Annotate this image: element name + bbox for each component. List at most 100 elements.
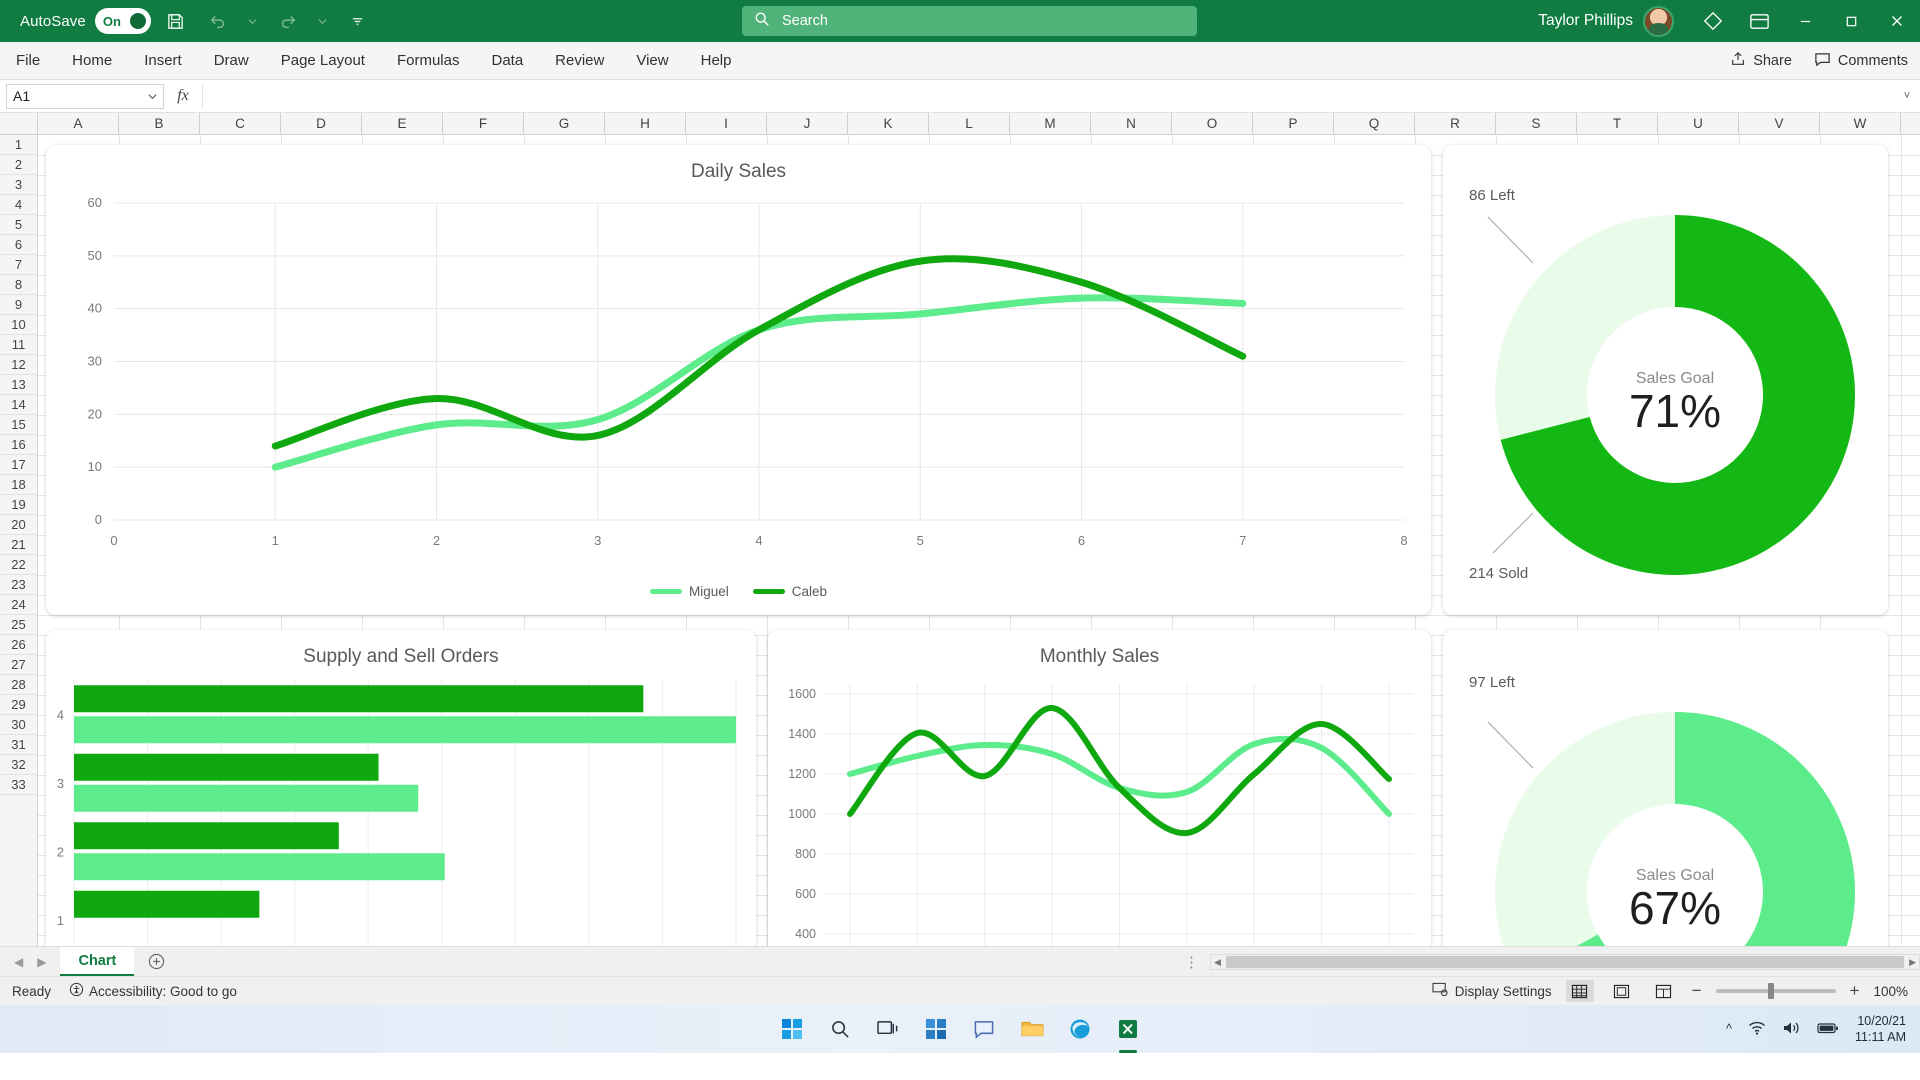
expand-formula-bar-icon[interactable]: ˅: [1896, 90, 1918, 102]
column-header-A[interactable]: A: [38, 113, 119, 134]
column-header-S[interactable]: S: [1496, 113, 1577, 134]
zoom-in-button[interactable]: +: [1850, 981, 1860, 1001]
zoom-slider-thumb[interactable]: [1767, 983, 1774, 999]
column-header-U[interactable]: U: [1658, 113, 1739, 134]
column-header-R[interactable]: R: [1415, 113, 1496, 134]
select-all-corner[interactable]: [0, 113, 38, 134]
row-header-3[interactable]: 3: [0, 175, 37, 195]
page-break-view-icon[interactable]: [1650, 980, 1678, 1002]
undo-icon[interactable]: [201, 4, 235, 38]
chart-card-sales-goal-top[interactable]: 86 Left 214 Sold Sales Goal 71%: [1443, 145, 1888, 615]
row-header-25[interactable]: 25: [0, 615, 37, 635]
row-header-6[interactable]: 6: [0, 235, 37, 255]
ribbon-tab-home[interactable]: Home: [56, 42, 128, 79]
clock[interactable]: 10/20/21 11:11 AM: [1855, 1013, 1906, 1045]
undo-dropdown-icon[interactable]: [243, 4, 263, 38]
chevron-down-icon[interactable]: [148, 88, 157, 104]
excel-icon[interactable]: [1115, 1016, 1141, 1042]
close-button[interactable]: [1874, 0, 1920, 42]
chat-icon[interactable]: [971, 1016, 997, 1042]
column-header-I[interactable]: I: [686, 113, 767, 134]
column-header-K[interactable]: K: [848, 113, 929, 134]
column-header-Q[interactable]: Q: [1334, 113, 1415, 134]
row-header-26[interactable]: 26: [0, 635, 37, 655]
widgets-icon[interactable]: [923, 1016, 949, 1042]
autosave-toggle[interactable]: On: [94, 8, 151, 34]
accessibility-status[interactable]: Accessibility: Good to go: [69, 982, 237, 1000]
cells-area[interactable]: Daily Sales 0 10 20 30 40 50 60 0 1 2 3 4 5 6 7 8 Migue…: [38, 135, 1920, 946]
row-header-9[interactable]: 9: [0, 295, 37, 315]
search-input[interactable]: Search: [742, 6, 1197, 36]
column-header-V[interactable]: V: [1739, 113, 1820, 134]
ribbon-tab-file[interactable]: File: [0, 42, 56, 79]
save-icon[interactable]: [159, 4, 193, 38]
search-icon[interactable]: [827, 1016, 853, 1042]
row-header-30[interactable]: 30: [0, 715, 37, 735]
start-icon[interactable]: [779, 1016, 805, 1042]
column-header-E[interactable]: E: [362, 113, 443, 134]
battery-icon[interactable]: [1817, 1021, 1839, 1038]
row-header-18[interactable]: 18: [0, 475, 37, 495]
ribbon-tab-view[interactable]: View: [620, 42, 684, 79]
file-explorer-icon[interactable]: [1019, 1016, 1045, 1042]
ribbon-tab-formulas[interactable]: Formulas: [381, 42, 476, 79]
chart-card-monthly-sales[interactable]: Monthly Sales 400 600 800 1000 1200 1400 1600: [768, 630, 1431, 946]
horizontal-scrollbar[interactable]: ◀ ▶: [1210, 954, 1920, 970]
ribbon-tab-draw[interactable]: Draw: [198, 42, 265, 79]
row-header-2[interactable]: 2: [0, 155, 37, 175]
column-header-B[interactable]: B: [119, 113, 200, 134]
redo-dropdown-icon[interactable]: [313, 4, 333, 38]
column-header-L[interactable]: L: [929, 113, 1010, 134]
legend-item[interactable]: Miguel: [649, 584, 729, 599]
insert-function-icon[interactable]: fx: [164, 87, 202, 105]
row-header-16[interactable]: 16: [0, 435, 37, 455]
ribbon-tab-page-layout[interactable]: Page Layout: [265, 42, 381, 79]
customize-quick-access-icon[interactable]: [341, 4, 375, 38]
column-header-D[interactable]: D: [281, 113, 362, 134]
column-header-F[interactable]: F: [443, 113, 524, 134]
horizontal-scroll-thumb[interactable]: [1225, 956, 1905, 968]
row-header-19[interactable]: 19: [0, 495, 37, 515]
row-header-8[interactable]: 8: [0, 275, 37, 295]
row-header-7[interactable]: 7: [0, 255, 37, 275]
task-view-icon[interactable]: [875, 1016, 901, 1042]
legend-item[interactable]: Caleb: [752, 584, 827, 599]
row-header-21[interactable]: 21: [0, 535, 37, 555]
row-header-13[interactable]: 13: [0, 375, 37, 395]
horizontal-scroll-group[interactable]: ⋮ ◀ ▶: [1174, 947, 1920, 977]
wifi-icon[interactable]: [1748, 1020, 1766, 1039]
column-header-N[interactable]: N: [1091, 113, 1172, 134]
formula-input[interactable]: [202, 83, 1896, 109]
ribbon-display-options-icon[interactable]: [1736, 0, 1782, 42]
row-header-14[interactable]: 14: [0, 395, 37, 415]
maximize-button[interactable]: [1828, 0, 1874, 42]
edge-icon[interactable]: [1067, 1016, 1093, 1042]
comments-button[interactable]: Comments: [1814, 51, 1908, 72]
redo-icon[interactable]: [271, 4, 305, 38]
add-sheet-button[interactable]: [134, 947, 179, 976]
share-button[interactable]: Share: [1730, 51, 1792, 71]
row-header-17[interactable]: 17: [0, 455, 37, 475]
sheet-tab-chart[interactable]: Chart: [60, 947, 135, 976]
column-header-O[interactable]: O: [1172, 113, 1253, 134]
row-header-11[interactable]: 11: [0, 335, 37, 355]
normal-view-icon[interactable]: [1565, 980, 1594, 1002]
row-header-32[interactable]: 32: [0, 755, 37, 775]
row-header-31[interactable]: 31: [0, 735, 37, 755]
column-header-H[interactable]: H: [605, 113, 686, 134]
chevron-up-icon[interactable]: ^: [1726, 1022, 1732, 1036]
row-header-20[interactable]: 20: [0, 515, 37, 535]
diamond-icon[interactable]: [1690, 0, 1736, 42]
chart-card-sales-goal-bottom[interactable]: 97 Left Sales Goal 67%: [1443, 630, 1888, 946]
chevron-right-icon[interactable]: ▶: [37, 955, 46, 969]
avatar[interactable]: [1643, 5, 1674, 37]
column-header-W[interactable]: W: [1820, 113, 1901, 134]
chart-card-supply-sell-orders[interactable]: Supply and Sell Orders 1 2 3 4: [46, 630, 756, 946]
zoom-level[interactable]: 100%: [1873, 984, 1908, 999]
zoom-slider[interactable]: [1715, 983, 1836, 999]
row-header-22[interactable]: 22: [0, 555, 37, 575]
sheet-nav-arrows[interactable]: ◀ ▶: [0, 947, 60, 976]
row-header-29[interactable]: 29: [0, 695, 37, 715]
column-header-P[interactable]: P: [1253, 113, 1334, 134]
row-header-24[interactable]: 24: [0, 595, 37, 615]
